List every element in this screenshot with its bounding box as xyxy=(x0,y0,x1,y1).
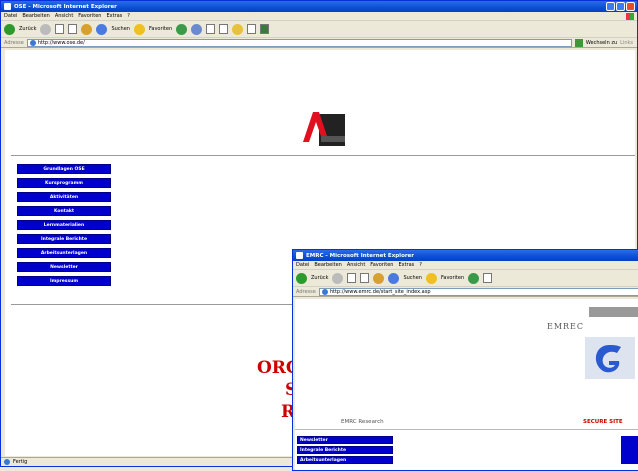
history-icon[interactable] xyxy=(176,23,188,35)
maximize-button[interactable] xyxy=(616,2,625,11)
nav-item-grundlagen[interactable]: Grundlagen OSE xyxy=(17,164,111,174)
nav-item-kursprogramm[interactable]: Kursprogramm xyxy=(17,178,111,188)
close-button[interactable] xyxy=(626,2,635,11)
back-button-label[interactable]: Zurück xyxy=(19,26,36,32)
title-bar-secondary[interactable]: EMRC - Microsoft Internet Explorer xyxy=(293,250,638,261)
links-label[interactable]: Links xyxy=(620,40,633,46)
address-url: http://www.ose.de/ xyxy=(37,39,85,46)
forward-arrow-icon[interactable] xyxy=(40,23,52,35)
browser-window-secondary: EMRC - Microsoft Internet Explorer Datei… xyxy=(292,249,638,471)
windows-logo-icon xyxy=(626,13,634,20)
menu-item-view[interactable]: Ansicht xyxy=(55,13,73,19)
edit-icon[interactable] xyxy=(219,24,229,34)
header-gray-strip xyxy=(589,307,638,317)
back-arrow-icon[interactable] xyxy=(296,272,307,284)
address-input-secondary[interactable]: http://www.emrc.de/start_site_index.asp xyxy=(318,287,638,296)
nav-item-arbeitsunterlagen[interactable]: Arbeitsunterlagen xyxy=(297,456,393,464)
favorites-star-icon[interactable] xyxy=(425,272,437,284)
page-icon xyxy=(321,288,328,295)
history-icon[interactable] xyxy=(468,272,480,284)
back-button-label[interactable]: Zurück xyxy=(311,275,328,281)
address-bar: Adresse http://www.ose.de/ Wechseln zu L… xyxy=(1,38,637,48)
menu-item-view[interactable]: Ansicht xyxy=(347,262,365,268)
folder-icon[interactable] xyxy=(232,23,244,35)
address-bar-secondary: Adresse http://www.emrc.de/start_site_in… xyxy=(293,287,638,297)
search-button-label[interactable]: Suchen xyxy=(111,26,130,32)
search-icon[interactable] xyxy=(388,272,400,284)
nav-item-newsletter[interactable]: Newsletter xyxy=(17,262,111,272)
toolbar: Zurück Suchen Favoriten xyxy=(1,21,637,38)
title-bar[interactable]: OSE - Microsoft Internet Explorer xyxy=(1,1,637,12)
divider xyxy=(11,155,635,156)
address-label: Adresse xyxy=(4,39,24,46)
divider xyxy=(295,429,638,430)
side-nav-strip xyxy=(621,436,638,464)
nav-item-lernmaterialien[interactable]: Lernmaterialien xyxy=(17,220,111,230)
menu-item-file[interactable]: Datei xyxy=(296,262,309,268)
messenger-icon[interactable] xyxy=(247,24,257,34)
address-input[interactable]: http://www.ose.de/ xyxy=(26,38,572,47)
nav-item-integrale-berichte[interactable]: Integrale Berichte xyxy=(17,234,111,244)
page-content-secondary: EMREC EMRC Research SECURE SITE Newslett… xyxy=(295,299,638,470)
brand-name: EMREC xyxy=(547,322,585,331)
page-icon xyxy=(29,39,36,46)
home-icon[interactable] xyxy=(373,272,385,284)
menu-item-help[interactable]: ? xyxy=(419,262,422,268)
search-button-label[interactable]: Suchen xyxy=(403,275,422,281)
go-button-label[interactable]: Wechseln zu xyxy=(586,40,617,46)
address-url-secondary: http://www.emrc.de/start_site_index.asp xyxy=(329,288,431,295)
menu-bar-secondary: Datei Bearbeiten Ansicht Favoriten Extra… xyxy=(293,261,638,270)
menu-item-edit[interactable]: Bearbeiten xyxy=(314,262,341,268)
print-icon[interactable] xyxy=(483,273,493,283)
stop-icon[interactable] xyxy=(55,24,65,34)
divider-lower xyxy=(11,304,295,305)
forward-arrow-icon[interactable] xyxy=(332,272,344,284)
print-icon[interactable] xyxy=(206,24,216,34)
favorites-star-icon[interactable] xyxy=(133,23,145,35)
stop-icon[interactable] xyxy=(347,273,357,283)
research-icon[interactable] xyxy=(260,24,270,34)
menu-item-favorites[interactable]: Favoriten xyxy=(78,13,101,19)
mail-icon[interactable] xyxy=(191,23,203,35)
ie-app-icon xyxy=(4,3,11,10)
status-page-icon xyxy=(4,459,10,465)
nav-item-impressum[interactable]: Impressum xyxy=(17,276,111,286)
search-icon[interactable] xyxy=(96,23,108,35)
brand-logo xyxy=(585,337,635,379)
nav-item-kontakt[interactable]: Kontakt xyxy=(17,206,111,216)
toolbar-secondary: Zurück Suchen Favoriten xyxy=(293,270,638,287)
menu-item-tools[interactable]: Extras xyxy=(398,262,414,268)
status-text: Fertig xyxy=(13,459,28,465)
nav-item-arbeitsunterlagen[interactable]: Arbeitsunterlagen xyxy=(17,248,111,258)
menu-bar: Datei Bearbeiten Ansicht Favoriten Extra… xyxy=(1,12,637,21)
address-label: Adresse xyxy=(296,288,316,295)
home-icon[interactable] xyxy=(81,23,93,35)
favorites-button-label[interactable]: Favoriten xyxy=(149,26,172,32)
site-logo xyxy=(303,112,345,146)
research-subtitle: EMRC Research xyxy=(341,419,384,425)
menu-item-file[interactable]: Datei xyxy=(4,13,17,19)
refresh-icon[interactable] xyxy=(360,273,370,283)
back-arrow-icon[interactable] xyxy=(4,23,15,35)
ie-app-icon xyxy=(296,252,303,259)
minimize-button[interactable] xyxy=(606,2,615,11)
secure-site-label: SECURE SITE xyxy=(583,419,623,425)
favorites-button-label[interactable]: Favoriten xyxy=(441,275,464,281)
nav-item-aktivitaeten[interactable]: Aktivitäten xyxy=(17,192,111,202)
menu-item-edit[interactable]: Bearbeiten xyxy=(22,13,49,19)
window-title: OSE - Microsoft Internet Explorer xyxy=(14,3,117,10)
nav-item-integrale-berichte[interactable]: Integrale Berichte xyxy=(297,446,393,454)
menu-item-favorites[interactable]: Favoriten xyxy=(370,262,393,268)
refresh-icon[interactable] xyxy=(68,24,78,34)
nav-item-newsletter[interactable]: Newsletter xyxy=(297,436,393,444)
go-arrow-icon[interactable] xyxy=(574,38,583,47)
window-title-secondary: EMRC - Microsoft Internet Explorer xyxy=(306,252,414,259)
menu-item-help[interactable]: ? xyxy=(127,13,130,19)
menu-item-tools[interactable]: Extras xyxy=(106,13,122,19)
